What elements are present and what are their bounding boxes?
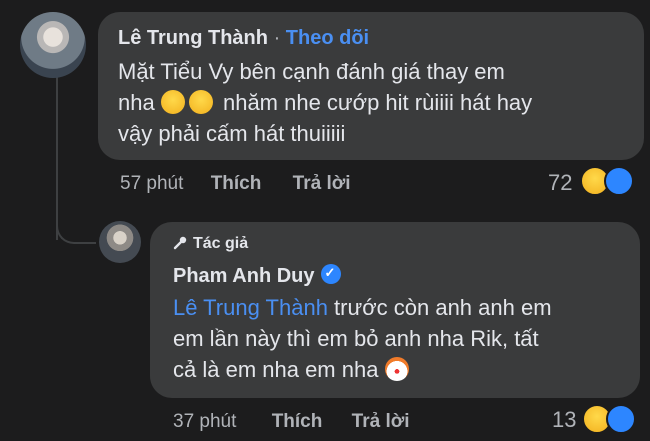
mention-link[interactable]: Lê Trung Thành xyxy=(173,295,328,320)
separator: · xyxy=(273,27,281,49)
comment-text-line: em lần này thì em bỏ anh nha Rik, tất xyxy=(173,326,539,351)
reply-button[interactable]: Trả lời xyxy=(293,173,351,194)
clown-face-icon xyxy=(384,357,409,381)
comment-text-fragment: trước còn anh anh em xyxy=(327,295,552,320)
comment-author-name[interactable]: Pham Anh Duy xyxy=(173,265,315,287)
reply-button[interactable]: Trả lời xyxy=(352,411,410,432)
comment-text-line: Mặt Tiểu Vy bên cạnh đánh giá thay em xyxy=(118,59,505,84)
microphone-icon xyxy=(173,236,187,250)
comment-text-line: vậy phải cấm hát thuiiiii xyxy=(118,121,346,146)
follow-button[interactable]: Theo dõi xyxy=(286,27,369,49)
pleading-face-icon xyxy=(160,90,185,114)
avatar[interactable] xyxy=(99,221,141,263)
comment-text-fragment: cả là em nha em nha xyxy=(173,357,379,382)
comment-text: Mặt Tiểu Vy bên cạnh đánh giá thay em nh… xyxy=(118,56,638,149)
reaction-summary[interactable] xyxy=(582,404,642,436)
comment-actions: 37 phút Thích Trả lời xyxy=(173,411,410,433)
like-button[interactable]: Thích xyxy=(211,173,262,194)
comment-text-fragment: nhăm nhe cướp hit rùiiii hát hay xyxy=(222,90,533,115)
comment-author-name[interactable]: Lê Trung Thành xyxy=(118,27,268,49)
comment-text-line: cả là em nha em nha xyxy=(173,354,633,385)
reaction-count[interactable]: 72 xyxy=(548,170,572,196)
avatar[interactable] xyxy=(20,12,86,78)
reaction-count[interactable]: 13 xyxy=(552,407,576,433)
like-icon xyxy=(604,166,634,196)
comment-text-line: nha nhăm nhe cướp hit rùiiii hát hay xyxy=(118,87,638,118)
reaction-summary[interactable] xyxy=(580,166,640,198)
thread-connector xyxy=(56,200,96,244)
comment-text-fragment: nha xyxy=(118,90,155,115)
comment-author-row: Pham Anh Duy xyxy=(173,264,341,288)
author-badge: Tác giả xyxy=(173,235,248,253)
comment-text-line: Lê Trung Thành trước còn anh anh em xyxy=(173,292,633,323)
comment-actions: 57 phút Thích Trả lời xyxy=(120,173,351,195)
like-icon xyxy=(606,404,636,434)
comment-time[interactable]: 57 phút xyxy=(120,173,183,194)
comment-author-row: Lê Trung Thành · Theo dõi xyxy=(118,27,369,50)
comment-time[interactable]: 37 phút xyxy=(173,411,236,432)
crying-smile-icon xyxy=(188,90,213,114)
comment-text: Lê Trung Thành trước còn anh anh em em l… xyxy=(173,292,633,385)
verified-badge-icon xyxy=(320,264,341,284)
like-button[interactable]: Thích xyxy=(272,411,323,432)
author-badge-label: Tác giả xyxy=(193,235,249,252)
